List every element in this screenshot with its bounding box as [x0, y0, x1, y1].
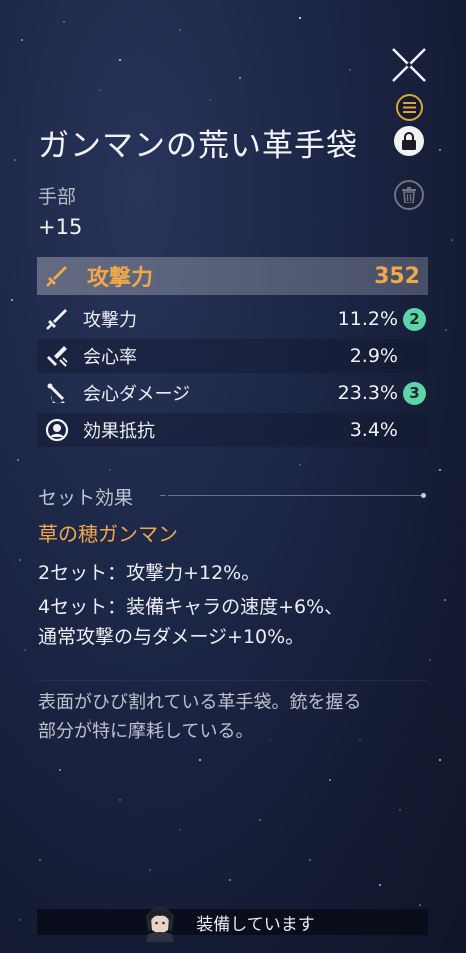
sub-stat-name: 効果抵抗 — [83, 421, 155, 442]
relic-level: +15 — [38, 215, 83, 239]
main-stat-name: 攻撃力 — [87, 266, 154, 291]
sub-stat-value: 11.2% — [337, 308, 398, 330]
sub-stat-row: 会心ダメージ 23.3% 3 — [37, 376, 428, 410]
crit-rate-icon — [47, 346, 68, 367]
set-effect-4pc-line1: 4セット：装備キャラの速度+6%、 — [38, 596, 344, 618]
divider — [160, 493, 426, 498]
menu-button[interactable] — [396, 94, 423, 121]
lock-button[interactable] — [394, 126, 424, 156]
sword-icon — [46, 266, 67, 287]
set-effect-2pc: 2セット：攻撃力+12%。 — [38, 562, 261, 584]
sword-icon — [46, 309, 67, 330]
equipped-label: 装備しています — [196, 914, 315, 935]
discard-button[interactable] — [394, 180, 424, 210]
effect-res-icon — [45, 418, 69, 442]
sub-stat-value: 2.9% — [349, 345, 398, 367]
roll-count-badge: 3 — [403, 381, 426, 405]
set-effect-4pc-line2: 通常攻撃の与ダメージ+10%。 — [38, 626, 305, 648]
set-name: 草の穂ガンマン — [38, 522, 178, 546]
equipped-bar[interactable]: 装備しています — [37, 909, 428, 935]
set-effect-header: セット効果 — [38, 487, 134, 509]
main-stat-row: 攻撃力 352 — [37, 257, 428, 295]
list-icon — [403, 102, 416, 113]
roll-count-badge: 2 — [403, 307, 426, 331]
sub-stat-name: 攻撃力 — [83, 310, 137, 331]
crit-damage-icon — [47, 383, 65, 404]
trash-icon — [402, 187, 416, 203]
sub-stat-row: 会心率 2.9% — [37, 339, 428, 373]
lock-icon — [402, 132, 416, 150]
main-stat-value: 352 — [374, 263, 420, 289]
sub-stat-row: 攻撃力 11.2% 2 — [37, 302, 428, 336]
description-line: 部分が特に摩耗している。 — [38, 721, 254, 742]
character-avatar[interactable] — [142, 902, 178, 942]
sub-stat-value: 3.4% — [349, 419, 398, 441]
relic-name: ガンマンの荒い革手袋 — [38, 128, 358, 164]
description-line: 表面がひび割れている革手袋。銃を握る — [38, 692, 362, 713]
relic-description: 表面がひび割れている革手袋。銃を握る 部分が特に摩耗している。 — [38, 688, 428, 746]
close-button[interactable] — [390, 46, 428, 84]
sub-stat-name: 会心ダメージ — [83, 384, 191, 405]
sub-stat-row: 効果抵抗 3.4% — [37, 413, 428, 447]
relic-slot: 手部 — [38, 186, 77, 208]
close-icon — [392, 48, 426, 82]
sub-stat-name: 会心率 — [83, 347, 137, 368]
sub-stat-value: 23.3% — [337, 382, 398, 404]
divider — [37, 680, 428, 681]
